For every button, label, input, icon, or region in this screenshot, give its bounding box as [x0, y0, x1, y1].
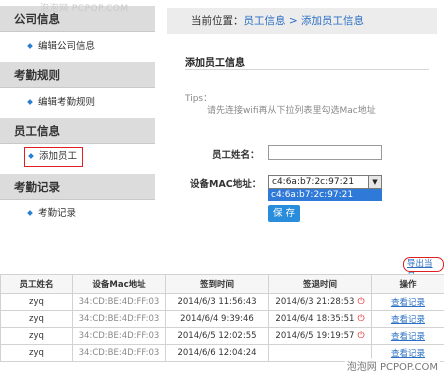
title-divider	[185, 69, 429, 70]
sidebar-section-rules: 考勤规则	[0, 62, 155, 88]
sidebar-section-employees: 员工信息	[0, 118, 155, 144]
sidebar: 公司信息 泡泡网 PCPOP.COM 编辑公司信息 考勤规则 编辑考勤规则 员工…	[0, 0, 155, 243]
col-header-name: 员工姓名	[0, 274, 73, 294]
watermark-bottom: 泡泡网 PCPOP.COM	[344, 358, 440, 373]
table-row: zyq 34:CD:BE:4D:FF:03 2014/6/3 11:56:43 …	[0, 293, 444, 311]
sidebar-item-edit-rules[interactable]: 编辑考勤规则	[27, 94, 95, 112]
power-icon: ⏻	[357, 331, 365, 341]
col-header-checkin: 签到时间	[165, 274, 269, 294]
table-row: zyq 34:CD:BE:4D:FF:03 2014/6/5 12:02:55 …	[0, 327, 444, 345]
view-record-link[interactable]: 查看记录	[391, 315, 425, 325]
export-month-link[interactable]: 导出当月	[403, 257, 444, 282]
employee-name-input[interactable]	[268, 145, 382, 160]
breadcrumb-employee-info[interactable]: 员工信息	[244, 15, 286, 27]
sidebar-item-add-employee[interactable]: 添加员工	[24, 147, 84, 167]
table-row: zyq 34:CD:BE:4D:FF:03 2014/6/4 9:39:46 2…	[0, 310, 444, 328]
diamond-bullet-icon	[28, 152, 34, 159]
diamond-bullet-icon	[27, 98, 33, 105]
mac-address-select[interactable]: c4:6a:b7:2c:97:21 ▼	[268, 175, 382, 189]
col-header-checkout: 签退时间	[268, 274, 372, 294]
mac-address-option[interactable]: c4:6a:b7:2c:97:21	[268, 189, 382, 201]
view-record-link[interactable]: 查看记录	[391, 332, 425, 342]
col-header-action: 操作	[371, 274, 444, 294]
tips-text: 请先连接wifi再从下拉列表里勾选Mac地址	[207, 106, 376, 116]
breadcrumb-add-employee-info[interactable]: 添加员工信息	[301, 15, 364, 27]
table-header-row: 员工姓名 设备Mac地址 签到时间 签退时间 操作	[0, 274, 444, 294]
save-button[interactable]: 保 存	[268, 205, 300, 222]
attendance-table: 员工姓名 设备Mac地址 签到时间 签退时间 操作 zyq 34:CD:BE:4…	[0, 274, 444, 362]
power-icon: ⏻	[357, 297, 365, 307]
view-record-link[interactable]: 查看记录	[391, 298, 425, 308]
sidebar-section-attendance: 考勤记录	[0, 174, 155, 200]
diamond-bullet-icon	[27, 42, 33, 49]
diamond-bullet-icon	[27, 209, 33, 216]
form-title: 添加员工信息	[185, 58, 245, 69]
device-mac-label: 设备MAC地址：	[190, 179, 262, 190]
watermark-top: 泡泡网 PCPOP.COM	[40, 4, 129, 14]
breadcrumb: 当前位置：员工信息 > 添加员工信息	[167, 8, 437, 34]
dropdown-arrow-icon[interactable]: ▼	[368, 176, 381, 188]
power-icon: ⏻	[357, 314, 365, 324]
sidebar-item-attendance-records[interactable]: 考勤记录	[27, 205, 76, 223]
sidebar-item-edit-company[interactable]: 编辑公司信息	[27, 38, 95, 56]
employee-name-label: 员工姓名：	[212, 150, 260, 161]
col-header-mac: 设备Mac地址	[72, 274, 166, 294]
